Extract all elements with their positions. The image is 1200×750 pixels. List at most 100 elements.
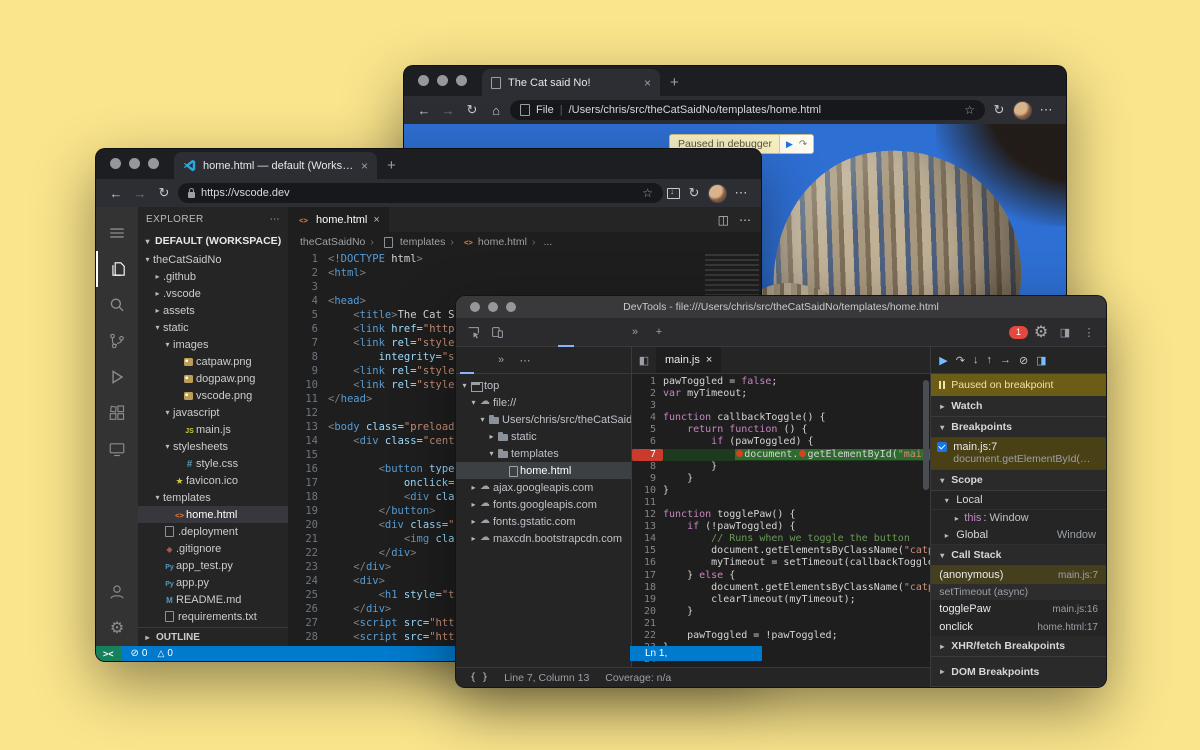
line-number-gutter[interactable]: 12 [632,509,663,521]
profile-avatar[interactable] [708,184,727,203]
code-line[interactable]: 10} [632,485,930,497]
line-number-gutter[interactable]: 22 [288,546,328,560]
line-number-gutter[interactable]: 21 [632,618,663,630]
devtools-tab[interactable] [590,318,606,347]
explorer-item[interactable]: style.css [138,455,288,472]
source-tab-main-js[interactable]: main.js [656,347,721,373]
browser-menu-icon[interactable] [1036,102,1056,118]
run-debug-icon[interactable] [96,359,138,395]
close-window-icon[interactable] [470,302,480,312]
code-line[interactable]: 15 document.getElementsByClassName("catp… [632,545,930,557]
line-number-gutter[interactable]: 3 [632,400,663,412]
resume-script-icon[interactable] [786,139,793,150]
zoom-window-icon[interactable] [148,158,159,169]
traffic-lights[interactable] [470,302,516,312]
back-icon[interactable] [106,186,126,201]
line-number-gutter[interactable]: 25 [288,588,328,602]
code-line[interactable]: 3 [632,400,930,412]
navigator-overflow-icon[interactable] [490,349,512,371]
favorites-star-icon[interactable] [642,186,653,200]
line-number-gutter[interactable]: 10 [288,378,328,392]
minimize-window-icon[interactable] [488,302,498,312]
home-icon[interactable] [486,103,506,118]
devtools-tab[interactable] [510,318,526,347]
code-line[interactable]: 1<!DOCTYPE html> [288,252,761,266]
line-number-gutter[interactable]: 11 [632,497,663,509]
step-out-icon[interactable] [986,354,992,366]
explorer-item[interactable]: home.html [138,506,288,523]
call-stack-frame[interactable]: setTimeout (async) [931,584,1106,600]
line-number-gutter[interactable]: 20 [632,606,663,618]
minimize-window-icon[interactable] [437,75,448,86]
new-tab-button[interactable] [387,157,396,174]
account-icon[interactable] [96,574,138,610]
source-control-icon[interactable] [96,323,138,359]
explorer-item[interactable]: ▾ templates [138,489,288,506]
browser-tab[interactable]: The Cat said No! [482,69,660,96]
scope-local[interactable]: ▾ Local [931,491,1106,510]
line-number-gutter[interactable]: 10 [632,485,663,497]
source-tree-item[interactable]: ▸ ajax.googleapis.com [456,479,631,496]
resume-script-icon[interactable] [939,354,947,367]
source-tree-item[interactable]: ▾ file:// [456,394,631,411]
call-stack-frame[interactable]: (anonymous) main.js:7 [931,566,1106,584]
error-count-badge[interactable]: 1 [1009,326,1028,339]
browser-menu-icon[interactable] [731,185,751,201]
line-number-gutter[interactable]: 6 [632,436,663,448]
browser-sync-icon[interactable] [684,185,704,201]
zoom-window-icon[interactable] [506,302,516,312]
forward-icon[interactable] [130,186,150,201]
line-number-gutter[interactable]: 13 [288,420,328,434]
breakpoint-checkbox[interactable] [937,442,947,452]
search-icon[interactable] [96,287,138,323]
explorer-item[interactable]: ▾ theCatSaidNo [138,251,288,268]
reload-icon[interactable] [462,102,482,118]
more-tabs-icon[interactable] [624,321,646,343]
line-number-gutter[interactable]: 19 [288,504,328,518]
devtools-tab[interactable] [558,318,574,347]
line-number-gutter[interactable]: 23 [288,560,328,574]
problems-warnings[interactable]: 0 [157,648,172,659]
breadcrumb-item[interactable]: templates [365,236,445,248]
xhr-breakpoints-section[interactable]: ▸ XHR/fetch Breakpoints [931,636,1106,657]
remote-indicator[interactable] [96,646,121,661]
breakpoint-marker[interactable]: 7 [632,449,663,461]
explorer-item[interactable]: ▸ .github [138,268,288,285]
dom-breakpoints-section[interactable]: ▸ DOM Breakpoints [931,657,1106,687]
vscode-titlebar[interactable]: home.html — default (Workspace) [96,149,761,179]
step-over-icon[interactable] [956,354,965,367]
explorer-item[interactable]: .gitignore [138,540,288,557]
step-over-icon[interactable] [799,139,807,150]
line-number-gutter[interactable]: 15 [632,545,663,557]
code-line[interactable]: 2var myTimeout; [632,388,930,400]
install-app-icon[interactable] [667,188,680,199]
devtools-tab[interactable] [606,318,622,347]
breadcrumb-item[interactable]: home.html [445,236,527,248]
source-tree-item[interactable]: ▸ maxcdn.bootstrapcdn.com [456,530,631,547]
line-number-gutter[interactable]: 21 [288,532,328,546]
code-line[interactable]: 17 } else { [632,570,930,582]
explorer-item[interactable]: requirements.txt [138,608,288,625]
line-number-gutter[interactable]: 2 [288,266,328,280]
settings-gear-icon[interactable] [96,610,138,646]
code-line[interactable]: 6 if (pawToggled) { [632,436,930,448]
line-number-gutter[interactable]: 14 [632,533,663,545]
source-tree-item[interactable]: ▾ Users/chris/src/theCatSaidNo [456,411,631,428]
explorer-icon[interactable] [96,251,138,287]
profile-avatar[interactable] [1013,101,1032,120]
code-line[interactable]: 5 return function () { [632,424,930,436]
dock-side-icon[interactable] [1054,321,1076,343]
line-number-gutter[interactable]: 13 [632,521,663,533]
line-number-gutter[interactable]: 9 [632,473,663,485]
line-number-gutter[interactable]: 17 [632,570,663,582]
line-number-gutter[interactable]: 27 [288,616,328,630]
code-line[interactable]: 2<html> [288,266,761,280]
code-line[interactable]: 3 [288,280,761,294]
source-tree-item[interactable]: ▾ top [456,377,631,394]
line-number-gutter[interactable]: 8 [288,350,328,364]
close-source-tab-icon[interactable] [706,354,712,366]
explorer-item[interactable]: README.md [138,591,288,608]
explorer-item[interactable]: ▾ javascript [138,404,288,421]
call-stack-frame[interactable]: togglePaw main.js:16 [931,600,1106,618]
scope-this-row[interactable]: ▸ this : Window [931,510,1106,526]
